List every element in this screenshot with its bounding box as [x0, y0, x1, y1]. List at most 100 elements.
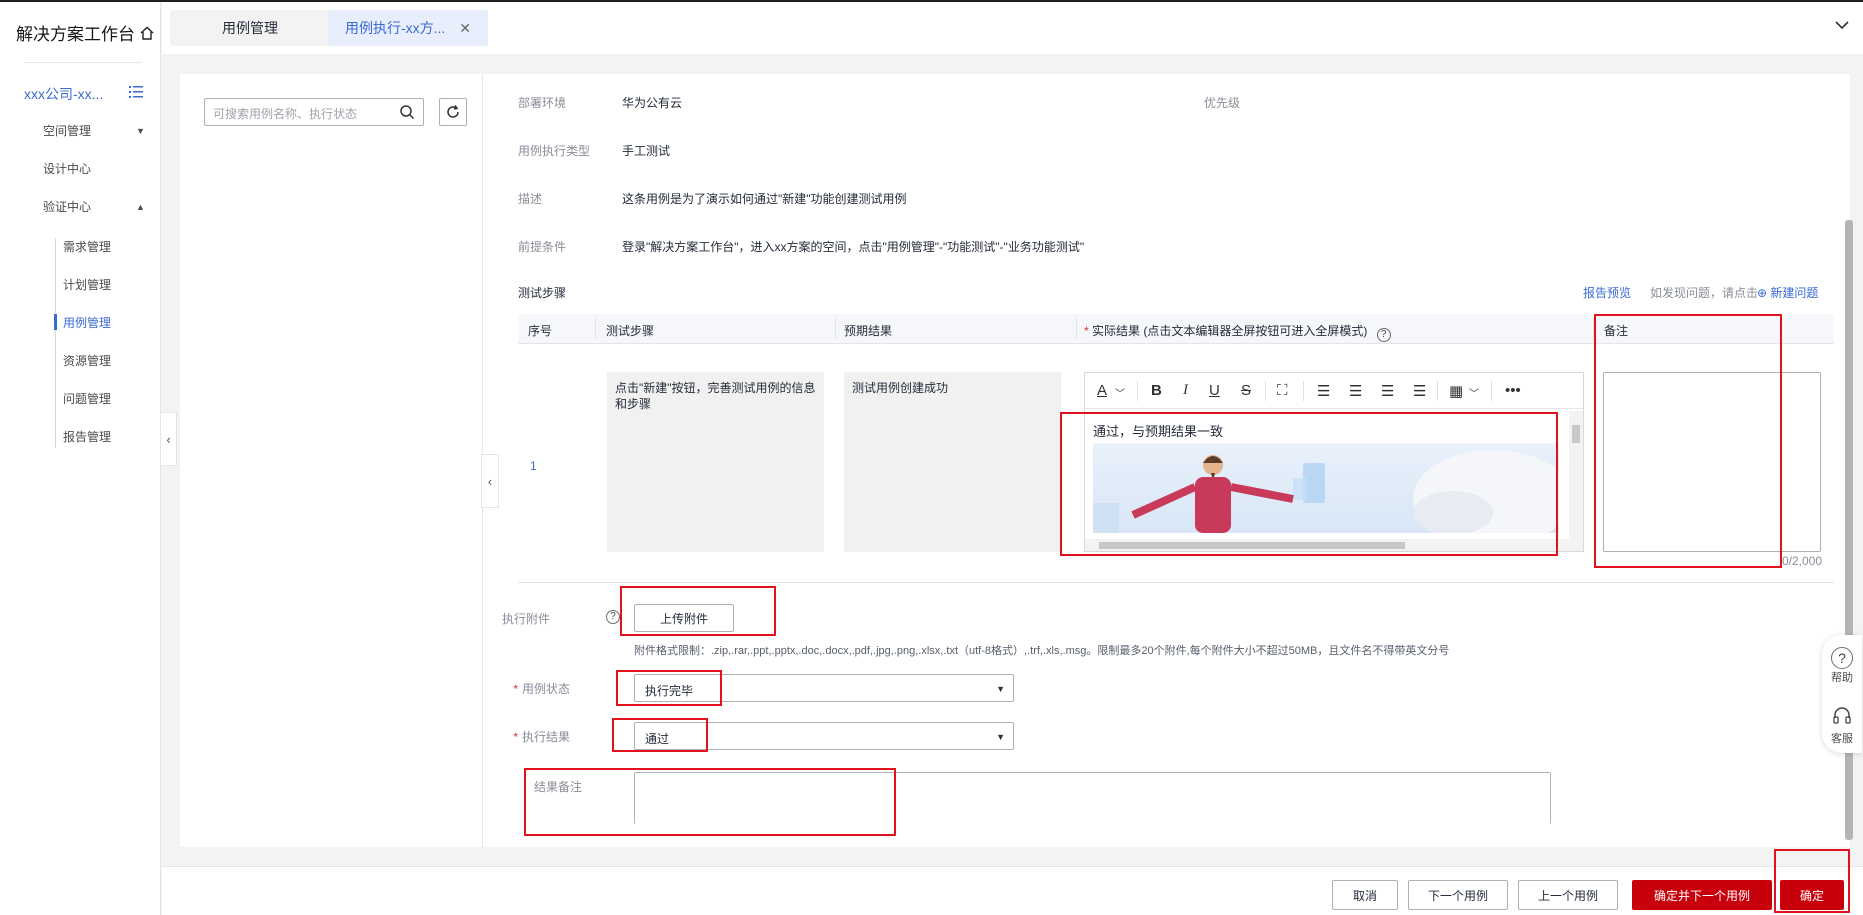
new-issue-link[interactable]: ⊕ 新建问题	[1757, 284, 1818, 301]
confirm-button[interactable]: 确定	[1780, 880, 1844, 910]
list-icon[interactable]	[128, 84, 144, 100]
list-collapse-button[interactable]: ‹	[481, 454, 499, 508]
underline-icon[interactable]: U	[1209, 382, 1220, 399]
chevron-left-icon: ‹	[487, 473, 493, 489]
header-expected: 预期结果	[844, 324, 893, 338]
help-icon[interactable]: ?	[606, 610, 620, 624]
customer-service-button[interactable]: 客服	[1822, 705, 1862, 746]
footer-action-bar: 取消 下一个用例 上一个用例 确定并下一个用例 确定	[162, 849, 1863, 915]
close-icon[interactable]: ✕	[459, 20, 471, 37]
toolbar-separator	[1303, 381, 1304, 401]
toolbar-separator	[1137, 381, 1138, 401]
tab-testcase-execution[interactable]: 用例执行-xx方... ✕	[328, 10, 488, 46]
exec-result-label-text: 执行结果	[521, 730, 570, 744]
upload-attachment-button[interactable]: 上传附件	[634, 604, 734, 632]
deploy-env-label: 部署环境	[518, 96, 567, 110]
precondition-value: 登录"解决方案工作台"，进入xx方案的空间，点击"用例管理"-"功能测试"-"业…	[622, 240, 1085, 254]
header-separator	[595, 318, 596, 340]
brand-divider	[24, 62, 142, 63]
sidebar-item-resources[interactable]: 资源管理	[63, 352, 111, 369]
editor-vertical-scrollbar[interactable]	[1569, 411, 1583, 551]
chevron-down-icon[interactable]	[1833, 16, 1851, 34]
align-right-icon[interactable]: ☰	[1381, 382, 1394, 400]
nav-label: 空间管理	[43, 124, 92, 138]
bold-icon[interactable]: B	[1151, 382, 1162, 399]
header-actual: * 实际结果 (点击文本编辑器全屏按钮可进入全屏模式) ?	[1084, 322, 1391, 342]
exec-type-value: 手工测试	[622, 144, 671, 158]
chevron-down-icon[interactable]: ﹀	[1115, 385, 1125, 400]
case-status-label-text: 用例状态	[521, 682, 570, 696]
chevron-down-icon[interactable]: ﹀	[1469, 385, 1479, 400]
result-remark-textarea[interactable]	[634, 772, 1551, 824]
editor-toolbar: A ﹀ B I U S ⛶ ☰ ☰ ☰ ☰ ▦ ﹀ •••	[1085, 373, 1583, 409]
header-remark: 备注	[1604, 324, 1629, 338]
home-icon[interactable]	[139, 25, 155, 41]
actual-result-editor[interactable]: A ﹀ B I U S ⛶ ☰ ☰ ☰ ☰ ▦ ﹀ ••• 通过，与预期结果一致	[1084, 372, 1584, 552]
case-status-select[interactable]: 执行完毕 ▼	[634, 674, 1014, 702]
remark-textarea[interactable]	[1603, 372, 1821, 552]
italic-icon[interactable]: I	[1183, 382, 1188, 399]
scroll-thumb[interactable]	[1572, 425, 1580, 443]
align-left-icon[interactable]: ☰	[1317, 382, 1330, 400]
attachment-label: 执行附件	[450, 610, 550, 627]
help-icon[interactable]: ?	[1376, 328, 1391, 342]
tab-bar: 用例管理 用例执行-xx方... ✕	[162, 2, 1863, 54]
search-input[interactable]: 可搜索用例名称、执行状态	[204, 98, 424, 126]
cancel-button[interactable]: 取消	[1332, 880, 1398, 910]
priority-label: 优先级	[1204, 96, 1241, 110]
scroll-thumb[interactable]	[1099, 542, 1405, 549]
report-preview-link[interactable]: 报告预览	[1583, 284, 1631, 301]
attachment-label-text: 执行附件	[501, 612, 550, 626]
tab-label: 用例执行-xx方...	[344, 20, 446, 36]
row-divider	[518, 582, 1834, 583]
header-separator	[1593, 318, 1594, 340]
nav-label: 设计中心	[43, 162, 92, 176]
chevron-left-icon: ‹	[166, 431, 171, 447]
fullscreen-icon[interactable]: ⛶	[1277, 382, 1288, 399]
sidebar-item-plans[interactable]: 计划管理	[63, 276, 111, 293]
prev-case-button[interactable]: 上一个用例	[1518, 880, 1618, 910]
brand[interactable]: 解决方案工作台	[16, 20, 155, 45]
expected-cell: 测试用例创建成功	[844, 372, 1061, 552]
header-separator	[835, 318, 836, 340]
issue-hint: 如发现问题，请点击	[1650, 286, 1759, 300]
next-case-button[interactable]: 下一个用例	[1408, 880, 1508, 910]
steps-title: 测试步骤	[518, 286, 567, 300]
font-color-icon[interactable]: A	[1097, 382, 1107, 399]
steps-table-header: 序号 测试步骤 预期结果 * 实际结果 (点击文本编辑器全屏按钮可进入全屏模式)…	[518, 314, 1834, 344]
attachment-format-hint: 附件格式限制：.zip,.rar,.ppt,.pptx,.doc,.docx,.…	[634, 645, 1450, 657]
search-icon[interactable]	[399, 104, 415, 120]
align-justify-icon[interactable]: ☰	[1413, 382, 1426, 400]
sidebar-collapse-button[interactable]: ‹	[161, 412, 177, 466]
tab-testcase-management[interactable]: 用例管理	[170, 10, 330, 46]
exec-result-select[interactable]: 通过 ▼	[634, 722, 1014, 750]
deploy-env-value: 华为公有云	[622, 96, 683, 110]
sidebar-item-requirements[interactable]: 需求管理	[63, 238, 111, 255]
exec-type-label: 用例执行类型	[518, 144, 591, 158]
step-cell: 点击"新建"按钮，完善测试用例的信息和步骤	[607, 372, 824, 552]
strikethrough-icon[interactable]: S	[1241, 382, 1251, 399]
help-button[interactable]: ? 帮助	[1822, 647, 1862, 685]
case-status-label: * 用例状态	[430, 680, 570, 697]
refresh-button[interactable]	[439, 98, 467, 126]
confirm-and-next-button[interactable]: 确定并下一个用例	[1632, 880, 1772, 910]
editor-horizontal-scrollbar[interactable]	[1085, 539, 1569, 551]
remark-char-count: 0/2,000	[1782, 554, 1823, 568]
sidebar-item-issues[interactable]: 问题管理	[63, 390, 111, 407]
subnav-guide-line	[55, 238, 56, 448]
plus-circle-icon: ⊕	[1757, 286, 1768, 300]
precondition-label: 前提条件	[518, 240, 567, 254]
table-icon[interactable]: ▦	[1449, 382, 1463, 400]
space-selector[interactable]: xxx公司-xx...	[24, 84, 103, 104]
sidebar: 解决方案工作台 xxx公司-xx... 空间管理 ▼ 设计中心 验证中心 ▲ 需…	[0, 2, 161, 915]
case-status-value: 执行完毕	[645, 684, 694, 698]
more-icon[interactable]: •••	[1505, 382, 1521, 399]
sidebar-item-reports[interactable]: 报告管理	[63, 428, 111, 445]
header-actual-text: 实际结果 (点击文本编辑器全屏按钮可进入全屏模式)	[1092, 324, 1368, 338]
sidebar-item-testcases[interactable]: 用例管理	[63, 314, 111, 331]
exec-result-value: 通过	[645, 732, 670, 746]
header-seq: 序号	[528, 324, 553, 338]
help-label: 帮助	[1831, 672, 1853, 684]
align-center-icon[interactable]: ☰	[1349, 382, 1362, 400]
caret-down-icon: ▼	[136, 126, 145, 136]
